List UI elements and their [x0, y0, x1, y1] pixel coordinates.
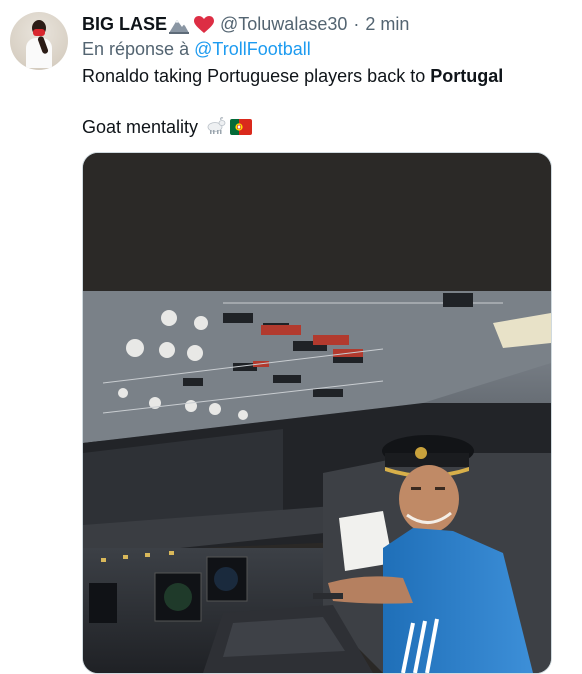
goat-icon	[204, 117, 226, 135]
tweet-text-line-2: Goat mentality	[82, 115, 253, 138]
tweet-header: BIG LASE @Toluwalase30 · 2 min	[82, 13, 409, 35]
portugal-flag-icon	[230, 119, 253, 135]
cockpit-photo	[83, 153, 551, 673]
red-heart-icon	[194, 16, 215, 34]
tweet-text-line-1: Ronaldo taking Portuguese players back t…	[82, 66, 503, 87]
tweet-text-2: Goat mentality	[82, 117, 199, 137]
author-handle[interactable]: @Toluwalase30	[220, 14, 347, 35]
author-name[interactable]: BIG LASE	[82, 14, 167, 35]
reply-to-link[interactable]: @TrollFootball	[194, 39, 311, 59]
tweet-text-bold: Portugal	[430, 66, 504, 86]
snow-mountain-icon	[169, 16, 190, 34]
separator-dot: ·	[353, 13, 360, 34]
reply-prefix: En réponse à	[82, 39, 190, 59]
tweet-photo[interactable]	[82, 152, 552, 674]
tweet-text: Ronaldo taking Portuguese players back t…	[82, 66, 431, 86]
avatar[interactable]	[10, 12, 68, 70]
reply-context: En réponse à @TrollFootball	[82, 39, 311, 61]
timestamp[interactable]: 2 min	[365, 14, 409, 35]
